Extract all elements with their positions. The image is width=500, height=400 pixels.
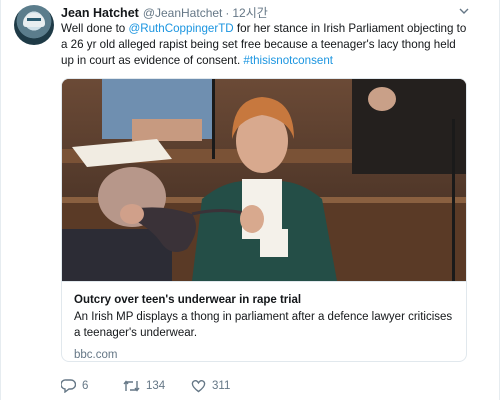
tweet-actions: 6 134 311 <box>61 378 230 394</box>
card-image[interactable] <box>62 79 466 281</box>
reply-icon[interactable] <box>61 379 76 393</box>
reply-count: 6 <box>82 380 89 392</box>
card-title[interactable]: Outcry over teen's underwear in rape tri… <box>74 292 454 308</box>
retweet-button[interactable]: 134 <box>123 379 191 393</box>
like-count: 311 <box>212 380 231 392</box>
tweet[interactable]: Jean Hatchet @JeanHatchet · 12시간 Well do… <box>0 0 500 400</box>
tweet-header: Jean Hatchet @JeanHatchet · 12시간 <box>61 4 268 20</box>
retweet-icon[interactable] <box>123 379 140 393</box>
hashtag-link[interactable]: #thisisnotconsent <box>243 54 333 67</box>
heart-icon[interactable] <box>191 379 206 393</box>
card-body[interactable]: Outcry over teen's underwear in rape tri… <box>62 281 466 361</box>
card-description: An Irish MP displays a thong in parliame… <box>74 311 453 339</box>
retweet-count: 134 <box>146 380 166 392</box>
reply-button[interactable]: 6 <box>61 379 123 393</box>
tweet-text: Well done to @RuthCoppingerTD for her st… <box>61 21 471 69</box>
tweet-text-prefix: Well done to <box>61 22 129 35</box>
card-domain: bbc.com <box>74 349 118 361</box>
mention-link[interactable]: @RuthCoppingerTD <box>128 22 233 35</box>
chevron-down-icon[interactable] <box>459 6 469 16</box>
timestamp[interactable]: 12시간 <box>232 4 267 21</box>
author-name[interactable]: Jean Hatchet <box>61 6 139 20</box>
link-card[interactable]: Outcry over teen's underwear in rape tri… <box>61 78 467 362</box>
author-handle[interactable]: @JeanHatchet <box>143 6 223 20</box>
like-button[interactable]: 311 <box>191 379 230 393</box>
avatar[interactable] <box>14 5 54 45</box>
separator: · <box>225 6 230 20</box>
